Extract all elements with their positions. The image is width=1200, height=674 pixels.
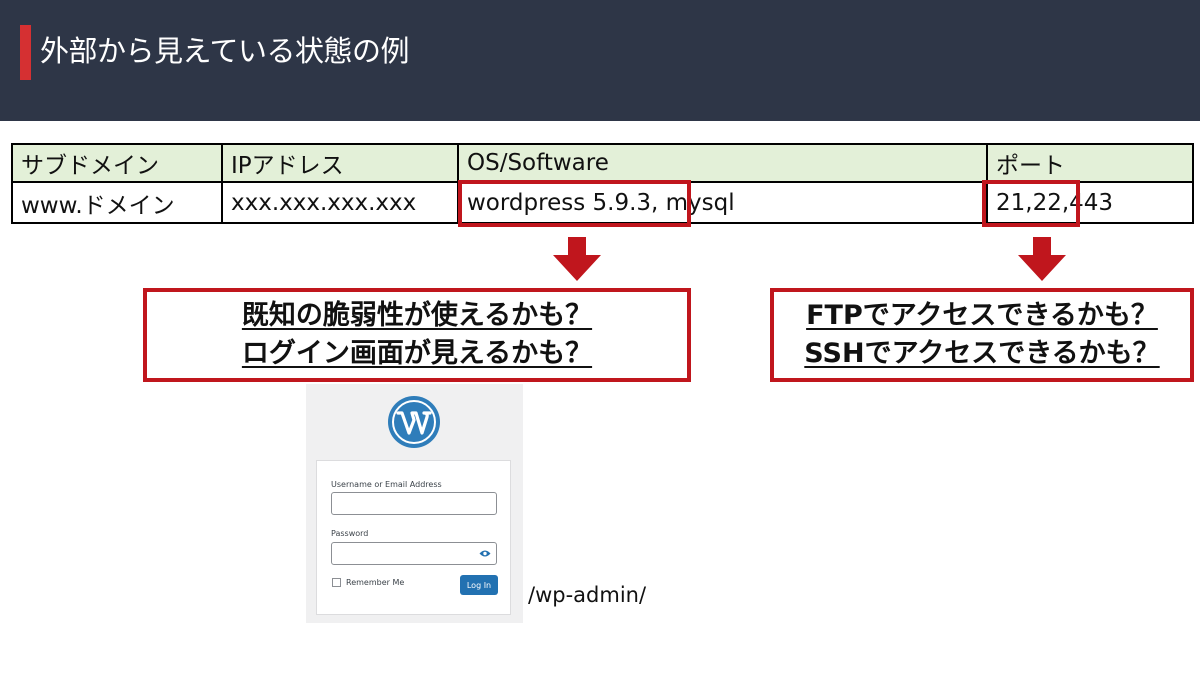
page-title: 外部から見えている状態の例 <box>40 34 410 68</box>
software-highlight-box <box>458 180 691 227</box>
header-subdomain: サブドメイン <box>11 143 223 183</box>
port-highlight-box <box>982 180 1080 227</box>
wp-admin-path-label: /wp-admin/ <box>528 583 647 607</box>
login-button[interactable]: Log In <box>460 575 498 595</box>
login-form-card: Username or Email Address Password Remem… <box>316 460 511 615</box>
header-bar: 外部から見えている状態の例 <box>0 0 1200 121</box>
header-port: ポート <box>986 143 1194 183</box>
access-callout: FTPでアクセスできるかも？ SSHでアクセスできるかも？ <box>770 288 1194 382</box>
vulnerability-callout: 既知の脆弱性が使えるかも？ ログイン画面が見えるかも？ <box>143 288 691 382</box>
username-input[interactable] <box>331 492 497 515</box>
down-arrow-icon <box>1018 237 1066 281</box>
callout-line: 既知の脆弱性が使えるかも？ <box>241 300 593 331</box>
header-accent-bar <box>20 25 31 80</box>
down-arrow-icon <box>553 237 601 281</box>
callout-line: ログイン画面が見えるかも？ <box>241 338 593 369</box>
username-label: Username or Email Address <box>331 480 442 489</box>
table-header-row: サブドメイン IPアドレス OS/Software ポート <box>11 143 1194 183</box>
cell-ip-address: xxx.xxx.xxx.xxx <box>221 181 459 224</box>
show-password-icon[interactable] <box>479 549 491 558</box>
remember-me-label: Remember Me <box>346 578 405 587</box>
password-label: Password <box>331 529 369 538</box>
password-input[interactable] <box>331 542 497 565</box>
remember-me-checkbox[interactable] <box>332 578 341 587</box>
wordpress-login-screenshot: Username or Email Address Password Remem… <box>306 384 523 623</box>
callout-line: FTPでアクセスできるかも？ <box>806 300 1158 331</box>
cell-subdomain: www.ドメイン <box>11 181 223 224</box>
header-ip-address: IPアドレス <box>221 143 459 183</box>
callout-line: SSHでアクセスできるかも？ <box>804 338 1160 369</box>
wordpress-logo-icon <box>388 396 440 448</box>
header-os-software: OS/Software <box>457 143 988 183</box>
